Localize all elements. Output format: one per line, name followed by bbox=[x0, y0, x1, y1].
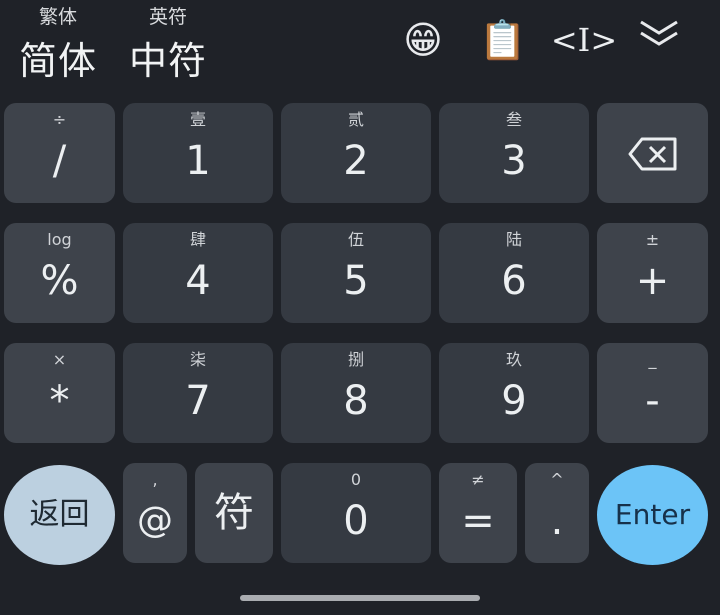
digit-7-key-alt: 柒 bbox=[189, 350, 206, 369]
digit-1-key-alt: 壹 bbox=[189, 110, 206, 129]
divide-key-label: / bbox=[52, 138, 67, 184]
at-key-label: @ bbox=[137, 500, 173, 541]
digit-3-key-label: 3 bbox=[501, 138, 527, 184]
digit-6-key-alt: 陆 bbox=[505, 230, 522, 249]
digit-8-key[interactable]: 捌 8 bbox=[281, 343, 431, 443]
multiply-key-label: * bbox=[49, 378, 70, 424]
dot-key-alt: ^ bbox=[550, 470, 564, 489]
enter-key-label: Enter bbox=[614, 498, 691, 531]
grinning-face-icon: 😁 bbox=[403, 18, 443, 62]
digit-6-key-label: 6 bbox=[501, 258, 527, 304]
script-mode-toggle[interactable]: 繁体 简体 bbox=[10, 0, 106, 86]
digit-9-key-alt: 玖 bbox=[505, 350, 522, 369]
digit-4-key[interactable]: 肆 4 bbox=[123, 223, 273, 323]
back-button[interactable]: 返回 bbox=[4, 465, 115, 565]
digit-2-key-alt: 贰 bbox=[347, 110, 364, 129]
symbol-mode-label: 中符 bbox=[128, 39, 207, 83]
digit-9-key[interactable]: 玖 9 bbox=[439, 343, 589, 443]
symbol-keyboard-key[interactable]: 符 bbox=[195, 463, 273, 563]
digit-5-key-label: 5 bbox=[343, 258, 369, 304]
digit-3-key[interactable]: 叁 3 bbox=[439, 103, 589, 203]
script-mode-label: 简体 bbox=[18, 39, 97, 83]
digit-7-key-label: 7 bbox=[185, 378, 211, 424]
digit-0-key-label: 0 bbox=[343, 498, 369, 544]
script-mode-hint: 繁体 bbox=[38, 6, 77, 28]
symbol-mode-hint: 英符 bbox=[148, 6, 187, 28]
symbol-keyboard-key-label: 符 bbox=[214, 490, 254, 536]
keyboard-toolbar: 繁体 简体 英符 中符 😁 📋 <I> bbox=[0, 0, 720, 92]
percent-key-label: % bbox=[40, 258, 79, 304]
divide-key[interactable]: ÷ / bbox=[4, 103, 115, 203]
percent-key[interactable]: log % bbox=[4, 223, 115, 323]
digit-6-key[interactable]: 陆 6 bbox=[439, 223, 589, 323]
digit-0-key[interactable]: 0 0 bbox=[281, 463, 431, 563]
digit-2-key-label: 2 bbox=[343, 138, 369, 184]
double-chevron-down-icon bbox=[640, 20, 678, 46]
text-cursor-icon: <I> bbox=[550, 21, 618, 59]
plus-key[interactable]: ± + bbox=[597, 223, 708, 323]
multiply-key[interactable]: × * bbox=[4, 343, 115, 443]
minus-key-alt: _ bbox=[648, 350, 657, 369]
multiply-key-alt: × bbox=[52, 350, 67, 369]
cursor-edit-button[interactable]: <I> bbox=[548, 14, 620, 66]
symbol-mode-toggle[interactable]: 英符 中符 bbox=[120, 0, 216, 86]
digit-9-key-label: 9 bbox=[501, 378, 527, 424]
clipboard-icon: 📋 bbox=[479, 17, 527, 62]
digit-8-key-label: 8 bbox=[343, 378, 369, 424]
at-key-alt: , bbox=[152, 470, 158, 489]
digit-2-key[interactable]: 贰 2 bbox=[281, 103, 431, 203]
backspace-icon bbox=[628, 137, 677, 171]
digit-5-key-alt: 伍 bbox=[347, 230, 364, 249]
divide-key-alt: ÷ bbox=[52, 110, 67, 129]
digit-1-key[interactable]: 壹 1 bbox=[123, 103, 273, 203]
plus-key-alt: ± bbox=[645, 230, 660, 249]
clipboard-button[interactable]: 📋 bbox=[472, 14, 534, 66]
emoji-button[interactable]: 😁 bbox=[392, 14, 454, 66]
digit-3-key-alt: 叁 bbox=[505, 110, 522, 129]
dot-key[interactable]: ^ . bbox=[525, 463, 589, 563]
enter-key[interactable]: Enter bbox=[597, 465, 708, 565]
equals-key-alt: ≠ bbox=[471, 470, 485, 489]
back-button-label: 返回 bbox=[29, 497, 90, 532]
at-key[interactable]: , @ bbox=[123, 463, 187, 563]
digit-7-key[interactable]: 柒 7 bbox=[123, 343, 273, 443]
digit-4-key-label: 4 bbox=[185, 258, 211, 304]
collapse-keyboard-button[interactable] bbox=[628, 8, 690, 60]
digit-5-key[interactable]: 伍 5 bbox=[281, 223, 431, 323]
minus-key[interactable]: _ - bbox=[597, 343, 708, 443]
plus-key-label: + bbox=[635, 258, 670, 304]
equals-key-label: = bbox=[461, 498, 495, 544]
digit-0-key-alt: 0 bbox=[350, 470, 362, 489]
gesture-home-bar[interactable] bbox=[240, 595, 480, 601]
equals-key[interactable]: ≠ = bbox=[439, 463, 517, 563]
percent-key-alt: log bbox=[47, 230, 72, 249]
dot-key-label: . bbox=[550, 498, 564, 544]
digit-4-key-alt: 肆 bbox=[189, 230, 206, 249]
digit-1-key-label: 1 bbox=[185, 138, 211, 184]
digit-8-key-alt: 捌 bbox=[347, 350, 364, 369]
backspace-key[interactable] bbox=[597, 103, 708, 203]
minus-key-label: - bbox=[645, 378, 660, 424]
